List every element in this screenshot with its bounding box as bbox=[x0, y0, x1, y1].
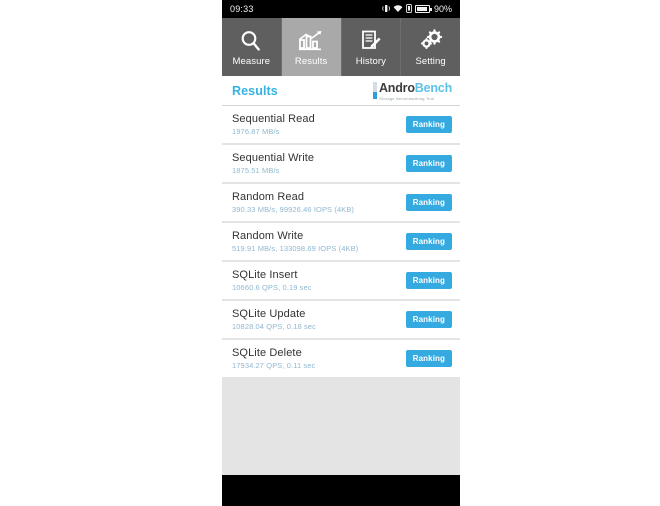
result-title: Random Read bbox=[232, 191, 305, 203]
gears-icon bbox=[418, 28, 444, 54]
logo-subtitle: Storage Benchmarking Tool bbox=[378, 96, 435, 101]
result-value: 519.91 MB/s, 133098.69 IOPS (4KB) bbox=[232, 244, 359, 253]
vibrate-icon bbox=[382, 4, 390, 15]
status-bar-clock: 09:33 bbox=[230, 4, 254, 14]
status-bar: 09:33 90% bbox=[222, 0, 460, 18]
ranking-button[interactable]: Ranking bbox=[405, 272, 452, 289]
logo-mark-icon bbox=[372, 82, 377, 99]
logo-text-bench: Bench bbox=[414, 81, 452, 95]
tab-bar: Measure Results History Setting bbox=[222, 18, 460, 76]
result-value: 1976.87 MB/s bbox=[232, 127, 280, 136]
tab-setting-label: Setting bbox=[415, 55, 446, 67]
page-title: Results bbox=[232, 83, 278, 98]
bottom-black-area bbox=[222, 475, 460, 506]
result-title: SQLite Insert bbox=[232, 269, 298, 281]
ranking-button[interactable]: Ranking bbox=[405, 116, 452, 133]
table-row[interactable]: Random Write 519.91 MB/s, 133098.69 IOPS… bbox=[222, 223, 460, 260]
result-value: 10660.6 QPS, 0.19 sec bbox=[232, 283, 312, 292]
sim-icon bbox=[406, 3, 412, 15]
table-row[interactable]: SQLite Update 10828.04 QPS, 0.18 sec Ran… bbox=[222, 301, 460, 338]
result-value: 1875.51 MB/s bbox=[232, 166, 280, 175]
tab-results[interactable]: Results bbox=[281, 18, 342, 76]
tab-history[interactable]: History bbox=[341, 18, 402, 76]
status-bar-icons: 90% bbox=[382, 3, 452, 15]
tab-measure-label: Measure bbox=[232, 55, 271, 67]
androbench-logo: AndroBench Storage Benchmarking Tool bbox=[372, 80, 452, 101]
document-pencil-icon bbox=[359, 28, 383, 54]
ranking-button[interactable]: Ranking bbox=[405, 233, 452, 250]
result-title: SQLite Delete bbox=[232, 347, 302, 359]
tab-history-label: History bbox=[355, 55, 386, 67]
tab-setting[interactable]: Setting bbox=[401, 18, 460, 76]
ranking-button[interactable]: Ranking bbox=[405, 155, 452, 172]
tab-results-label: Results bbox=[294, 55, 328, 67]
result-title: Sequential Read bbox=[232, 113, 315, 125]
table-row[interactable]: Sequential Write 1875.51 MB/s Ranking bbox=[222, 145, 460, 182]
battery-percent-label: 90% bbox=[433, 4, 452, 14]
bar-chart-icon bbox=[298, 28, 324, 54]
result-title: Sequential Write bbox=[232, 152, 315, 164]
magnifier-icon bbox=[239, 28, 263, 54]
result-value: 17934.27 QPS, 0.11 sec bbox=[232, 361, 316, 370]
ranking-button[interactable]: Ranking bbox=[405, 194, 452, 211]
tab-measure[interactable]: Measure bbox=[222, 18, 282, 76]
result-value: 10828.04 QPS, 0.18 sec bbox=[232, 322, 316, 331]
results-list: Sequential Read 1976.87 MB/s Ranking Seq… bbox=[222, 106, 460, 475]
table-row[interactable]: Sequential Read 1976.87 MB/s Ranking bbox=[222, 106, 460, 143]
wifi-icon bbox=[393, 4, 403, 15]
result-value: 390.33 MB/s, 99926.46 IOPS (4KB) bbox=[232, 205, 355, 214]
logo-text-andro: Andro bbox=[378, 81, 415, 95]
table-row[interactable]: SQLite Insert 10660.6 QPS, 0.19 sec Rank… bbox=[222, 262, 460, 299]
page-header: Results AndroBench Storage Benchmarking … bbox=[222, 76, 460, 106]
phone-screen: 09:33 90% Measure Results History Settin… bbox=[222, 0, 460, 506]
ranking-button[interactable]: Ranking bbox=[405, 311, 452, 328]
table-row[interactable]: Random Read 390.33 MB/s, 99926.46 IOPS (… bbox=[222, 184, 460, 221]
table-row[interactable]: SQLite Delete 17934.27 QPS, 0.11 sec Ran… bbox=[222, 340, 460, 377]
ranking-button[interactable]: Ranking bbox=[405, 350, 452, 367]
result-title: SQLite Update bbox=[232, 308, 306, 320]
battery-icon bbox=[414, 5, 432, 13]
result-title: Random Write bbox=[232, 230, 304, 242]
